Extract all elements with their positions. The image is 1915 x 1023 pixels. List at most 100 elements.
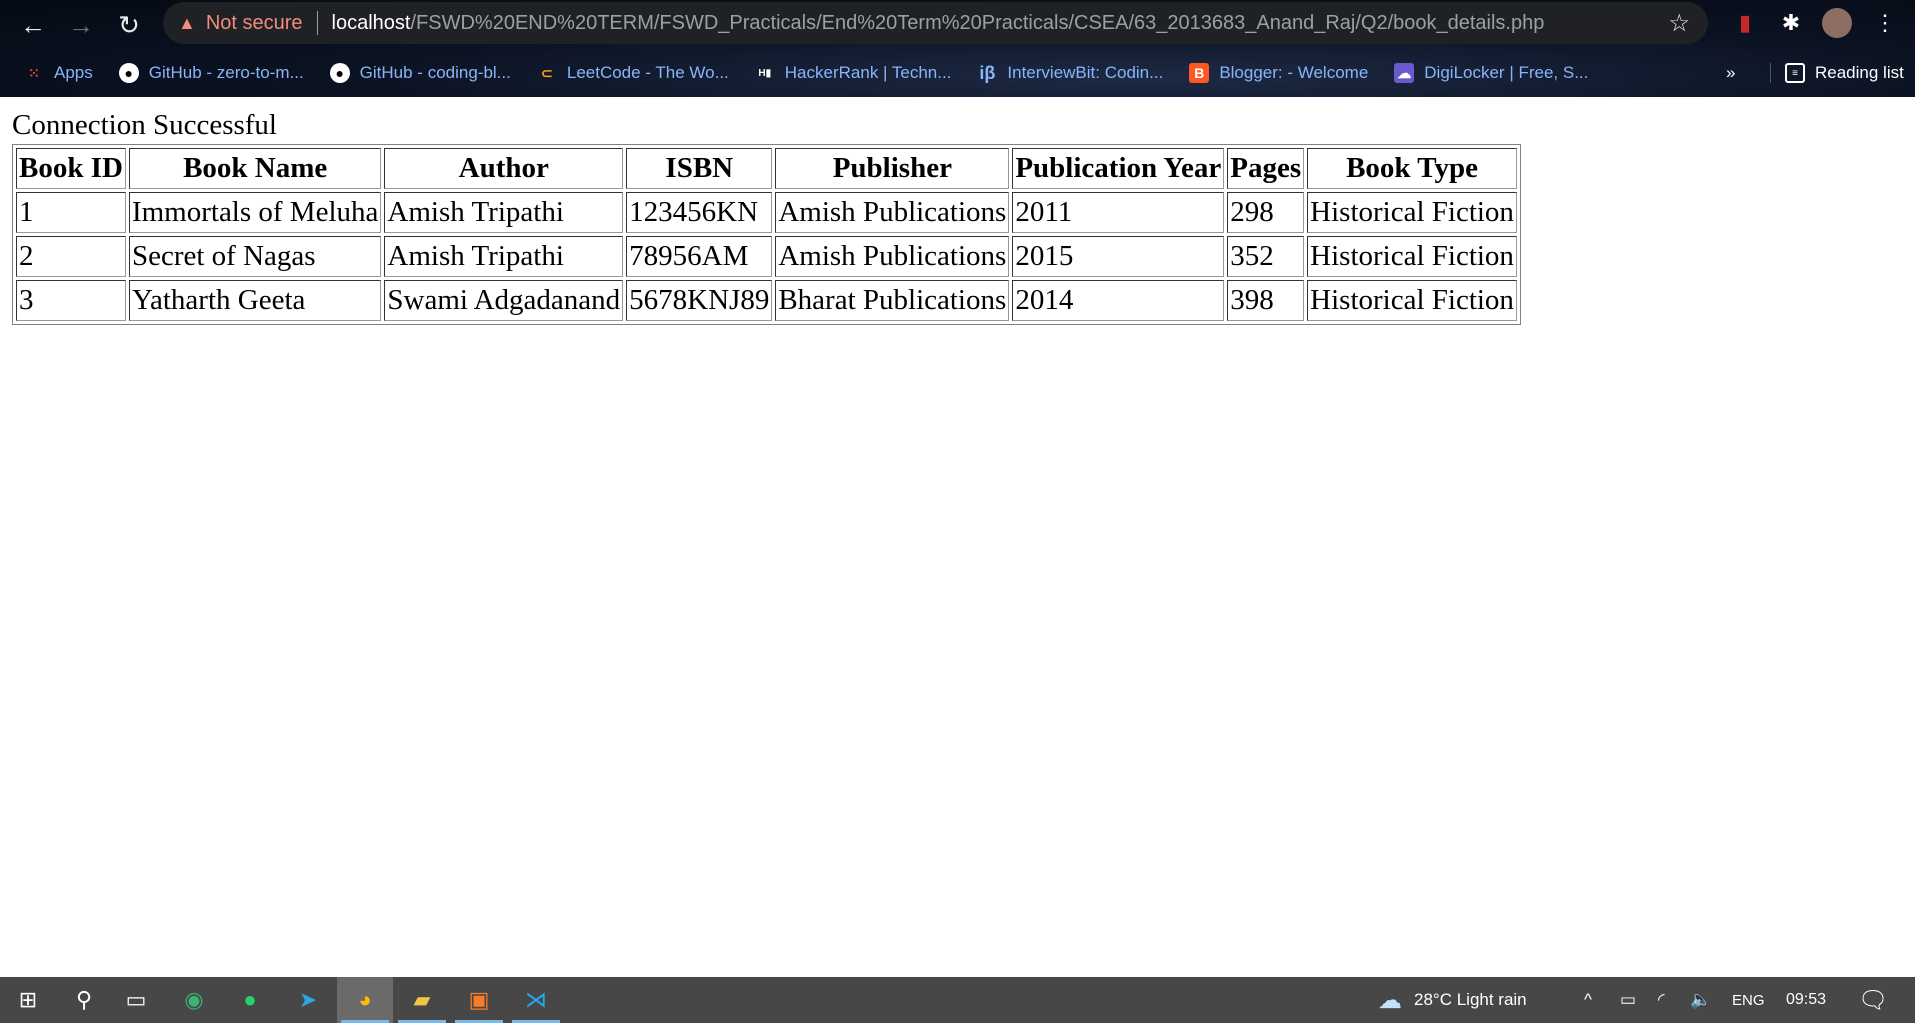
header-book-type: Book Type [1307, 148, 1517, 189]
search-icon[interactable]: ⚲ [56, 977, 112, 1023]
interviewbit-icon: iβ [979, 62, 996, 83]
cloud-rain-icon: ☁ [1378, 986, 1402, 1014]
cell-publication-year: 2014 [1012, 280, 1225, 321]
cell-book-id: 3 [16, 280, 126, 321]
page-content: Connection Successful Book ID Book Name … [0, 97, 1915, 977]
digilocker-icon: ☁ [1394, 63, 1415, 83]
profile-avatar[interactable] [1822, 8, 1852, 38]
reading-list-icon: ≡ [1785, 63, 1805, 83]
menu-kebab-icon[interactable]: ⋮ [1870, 8, 1900, 38]
wifi-icon[interactable]: ◜ [1658, 977, 1665, 1023]
cell-author: Swami Adgadanand [384, 280, 624, 321]
cell-book-type: Historical Fiction [1307, 192, 1517, 233]
bookmark-label: DigiLocker | Free, S... [1424, 63, 1589, 82]
notifications-icon[interactable]: 🗨 [1858, 977, 1888, 1023]
cell-pages: 352 [1227, 236, 1305, 277]
clock[interactable]: 09:53 [1786, 977, 1826, 1023]
cell-pages: 298 [1227, 192, 1305, 233]
language-indicator[interactable]: ENG [1732, 977, 1765, 1023]
cell-publication-year: 2015 [1012, 236, 1225, 277]
header-pages: Pages [1227, 148, 1305, 189]
cell-book-name: Secret of Nagas [128, 236, 382, 277]
cell-book-name: Yatharth Geeta [128, 280, 382, 321]
windows-start-icon[interactable]: ⊞ [0, 977, 56, 1023]
github-icon: ● [329, 63, 350, 83]
table-row: 3 Yatharth Geeta Swami Adgadanand 5678KNJ89… [16, 280, 1517, 321]
back-icon[interactable]: ← [14, 6, 52, 44]
table-row: 2 Secret of Nagas Amish Tripathi 78956AM Ami… [16, 236, 1517, 277]
bookmark-digilocker[interactable]: ☁ DigiLocker | Free, S... [1394, 63, 1588, 83]
weather-text: 28°C Light rain [1414, 990, 1527, 1009]
xampp-icon[interactable]: ▣ [451, 977, 507, 1023]
github-icon: ● [118, 63, 139, 83]
header-author: Author [384, 148, 624, 189]
cell-publisher: Bharat Publications [775, 280, 1010, 321]
bookmarks-bar: ⁙ Apps ● GitHub - zero-to-m... ● GitHub - c… [0, 52, 1915, 94]
cell-publication-year: 2011 [1012, 192, 1225, 233]
chrome-icon[interactable]: ◕ [337, 977, 393, 1023]
bookmark-label: Apps [54, 63, 93, 82]
bookmark-github-2[interactable]: ● GitHub - coding-bl... [329, 63, 511, 83]
header-isbn: ISBN [626, 148, 773, 189]
cell-publisher: Amish Publications [775, 236, 1010, 277]
cell-book-type: Historical Fiction [1307, 236, 1517, 277]
bookmark-label: Blogger: - Welcome [1219, 63, 1369, 82]
divider [316, 11, 318, 35]
bookmark-star-icon[interactable]: ☆ [1668, 9, 1690, 38]
bookmark-apps[interactable]: ⁙ Apps [24, 63, 93, 83]
reading-list-button[interactable]: ≡ Reading list [1770, 63, 1904, 83]
bookmark-leetcode[interactable]: ⊂ LeetCode - The Wo... [537, 63, 729, 83]
vscode-icon[interactable]: ⋊ [508, 977, 564, 1023]
file-explorer-icon[interactable]: ▰ [394, 977, 450, 1023]
cell-isbn: 78956AM [626, 236, 773, 277]
connection-status: Connection Successful [12, 109, 277, 141]
cell-author: Amish Tripathi [384, 192, 624, 233]
cell-book-id: 1 [16, 192, 126, 233]
reload-icon[interactable]: ↻ [110, 6, 148, 44]
battery-icon[interactable]: ▭ [1620, 977, 1636, 1023]
cell-author: Amish Tripathi [384, 236, 624, 277]
bookmark-label: LeetCode - The Wo... [566, 63, 729, 82]
more-bookmarks-button[interactable]: » [1726, 63, 1735, 83]
reading-list-label: Reading list [1815, 63, 1904, 82]
cell-isbn: 123456KN [626, 192, 773, 233]
more-bookmarks-label: » [1726, 63, 1736, 82]
edge-icon[interactable]: ◉ [166, 977, 222, 1023]
whatsapp-icon[interactable]: ● [222, 977, 278, 1023]
bookmark-hackerrank[interactable]: H▮ HackerRank | Techn... [755, 63, 952, 83]
url-host: localhost [331, 11, 411, 34]
extensions-puzzle-icon[interactable]: ✱ [1776, 8, 1806, 38]
bookmark-interviewbit[interactable]: iβ InterviewBit: Codin... [977, 63, 1163, 83]
security-label[interactable]: Not secure [206, 12, 303, 35]
telegram-icon[interactable]: ➤ [280, 977, 336, 1023]
bookmark-label: GitHub - coding-bl... [359, 63, 511, 82]
bookmark-label: HackerRank | Techn... [784, 63, 952, 82]
extension-book-icon[interactable]: ▮ [1730, 8, 1760, 38]
hackerrank-icon: H▮ [758, 67, 772, 79]
cell-book-id: 2 [16, 236, 126, 277]
task-view-icon[interactable]: ▭ [108, 977, 164, 1023]
header-book-name: Book Name [128, 148, 382, 189]
cell-pages: 398 [1227, 280, 1305, 321]
bookmark-label: GitHub - zero-to-m... [148, 63, 304, 82]
taskbar: ⊞ ⚲ ▭ ◉ ● ➤ ◕ ▰ ▣ ⋊ ☁ 28°C Light rain ^ ▭… [0, 977, 1915, 1023]
header-book-id: Book ID [16, 148, 126, 189]
bookmark-label: InterviewBit: Codin... [1007, 63, 1164, 82]
forward-icon[interactable]: → [62, 6, 100, 44]
book-details-table: Book ID Book Name Author ISBN Publisher … [12, 144, 1521, 325]
url-path: /FSWD%20END%20TERM/FSWD_Practicals/End%2… [410, 11, 1545, 34]
weather-widget[interactable]: ☁ 28°C Light rain [1378, 977, 1527, 1023]
address-bar[interactable]: ▲ Not secure localhost /FSWD%20END%20TER… [163, 2, 1708, 44]
bookmark-github-1[interactable]: ● GitHub - zero-to-m... [118, 63, 304, 83]
volume-icon[interactable]: 🔈 [1690, 977, 1711, 1023]
cell-isbn: 5678KNJ89 [626, 280, 773, 321]
header-publication-year: Publication Year [1012, 148, 1225, 189]
show-hidden-icons-chevron-icon[interactable]: ^ [1584, 977, 1592, 1023]
header-publisher: Publisher [775, 148, 1010, 189]
cell-publisher: Amish Publications [775, 192, 1010, 233]
browser-chrome: ← → ↻ ▲ Not secure localhost /FSWD%20END… [0, 0, 1915, 97]
warning-icon: ▲ [178, 12, 196, 33]
blogger-icon: B [1189, 63, 1210, 83]
table-row: 1 Immortals of Meluha Amish Tripathi 123456… [16, 192, 1517, 233]
bookmark-blogger[interactable]: B Blogger: - Welcome [1189, 63, 1368, 83]
